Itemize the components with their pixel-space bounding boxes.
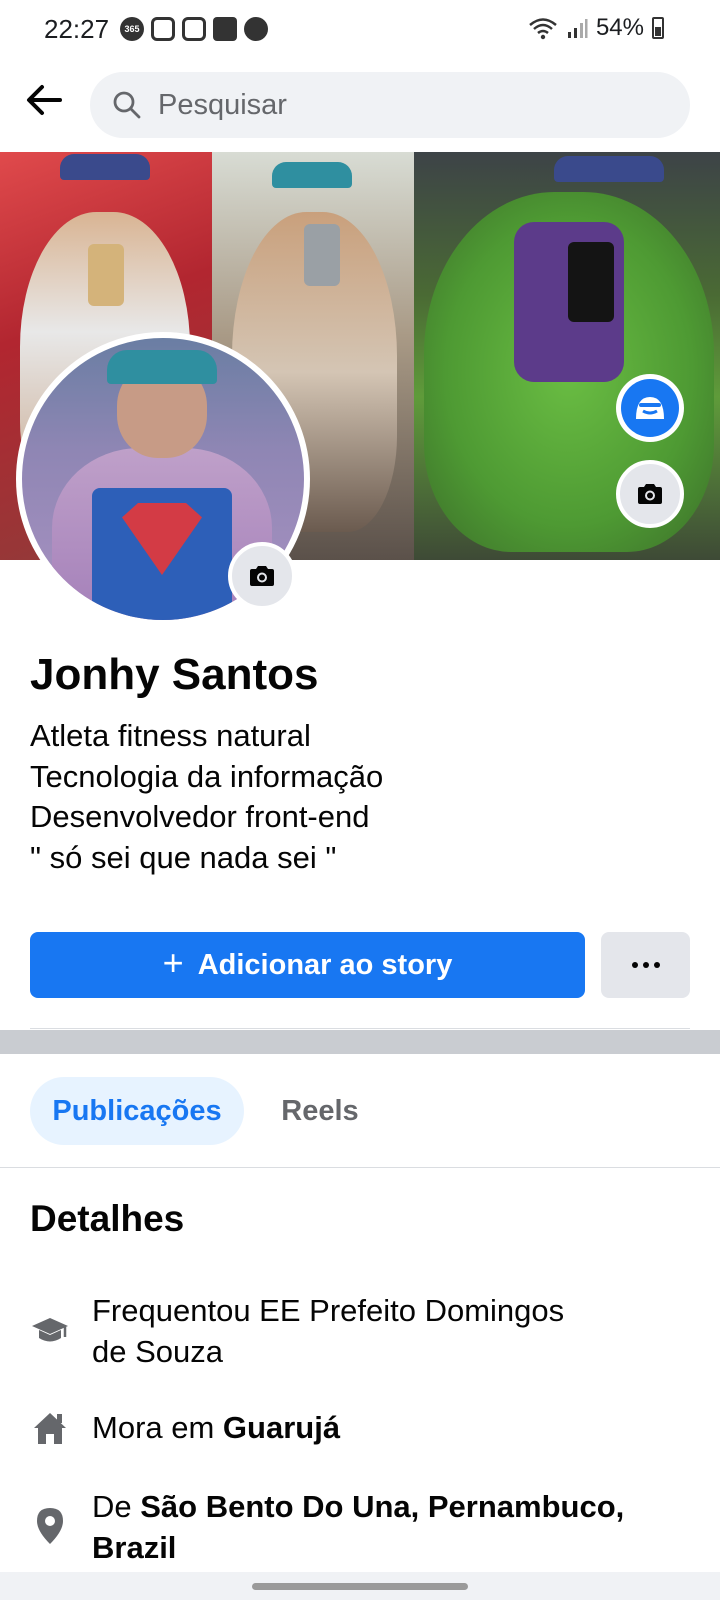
battery-icon xyxy=(652,17,664,39)
bio-line: Tecnologia da informação xyxy=(30,758,384,794)
instagram-icon xyxy=(151,17,175,41)
gallery-icon xyxy=(213,17,237,41)
bio-line: " só sei que nada sei " xyxy=(30,839,337,875)
lives-in-place[interactable]: Guarujá xyxy=(223,1410,340,1445)
add-to-story-button[interactable]: + Adicionar ao story xyxy=(30,932,585,998)
divider xyxy=(30,1028,690,1029)
graduation-cap-icon xyxy=(32,1318,68,1342)
instagram-icon xyxy=(182,17,206,41)
lives-in-text: Mora em Guarujá xyxy=(92,1410,341,1445)
details-title: Detalhes xyxy=(30,1198,185,1239)
app-365-icon: 365 xyxy=(120,17,144,41)
location-pin-icon xyxy=(37,1508,63,1544)
bio-line: Desenvolvedor front-end xyxy=(30,799,370,834)
tab-publicacoes[interactable]: Publicações xyxy=(30,1077,244,1145)
back-arrow-icon[interactable] xyxy=(24,80,68,130)
search-bar[interactable] xyxy=(90,72,690,138)
hometown-text: De São Bento Do Una, Pernambuco, Brazil xyxy=(92,1489,625,1565)
camera-icon xyxy=(638,484,662,504)
divider xyxy=(0,1167,720,1168)
more-dots-icon xyxy=(631,962,638,968)
hometown-place[interactable]: São Bento Do Una, Pernambuco, xyxy=(140,1489,624,1524)
bio-line: Atleta fitness natural xyxy=(30,718,311,753)
home-icon xyxy=(34,1413,66,1444)
search-input[interactable] xyxy=(158,82,658,128)
camera-icon xyxy=(250,566,274,586)
soccer-ball-icon xyxy=(244,17,268,41)
wifi-icon xyxy=(529,18,557,40)
status-bar: 22:27 365 54% xyxy=(0,0,720,58)
search-icon xyxy=(113,91,141,119)
home-indicator[interactable] xyxy=(252,1583,468,1590)
system-nav-bar xyxy=(0,1572,720,1600)
cover-camera-button[interactable] xyxy=(616,460,684,528)
plus-icon: + xyxy=(162,942,184,983)
notification-icons: 365 xyxy=(120,17,268,41)
status-time: 22:27 xyxy=(44,14,110,44)
profile-bio: Atleta fitness natural Tecnologia da inf… xyxy=(30,716,383,878)
signal-icon xyxy=(567,19,588,38)
tab-reels[interactable]: Reels xyxy=(268,1077,372,1145)
section-divider xyxy=(0,1030,720,1054)
more-options-button[interactable] xyxy=(601,932,690,998)
battery-percent: 54% xyxy=(595,14,644,41)
avatar-edit-button[interactable] xyxy=(616,374,684,442)
avatar-face-icon xyxy=(621,379,679,437)
profile-name: Jonhy Santos xyxy=(30,650,319,699)
education-text: Frequentou EE Prefeito Domingos de Souza xyxy=(92,1293,565,1369)
profile-picture-camera-button[interactable] xyxy=(228,542,296,610)
status-right: 54% xyxy=(528,14,664,42)
add-to-story-label: Adicionar ao story xyxy=(197,948,453,981)
